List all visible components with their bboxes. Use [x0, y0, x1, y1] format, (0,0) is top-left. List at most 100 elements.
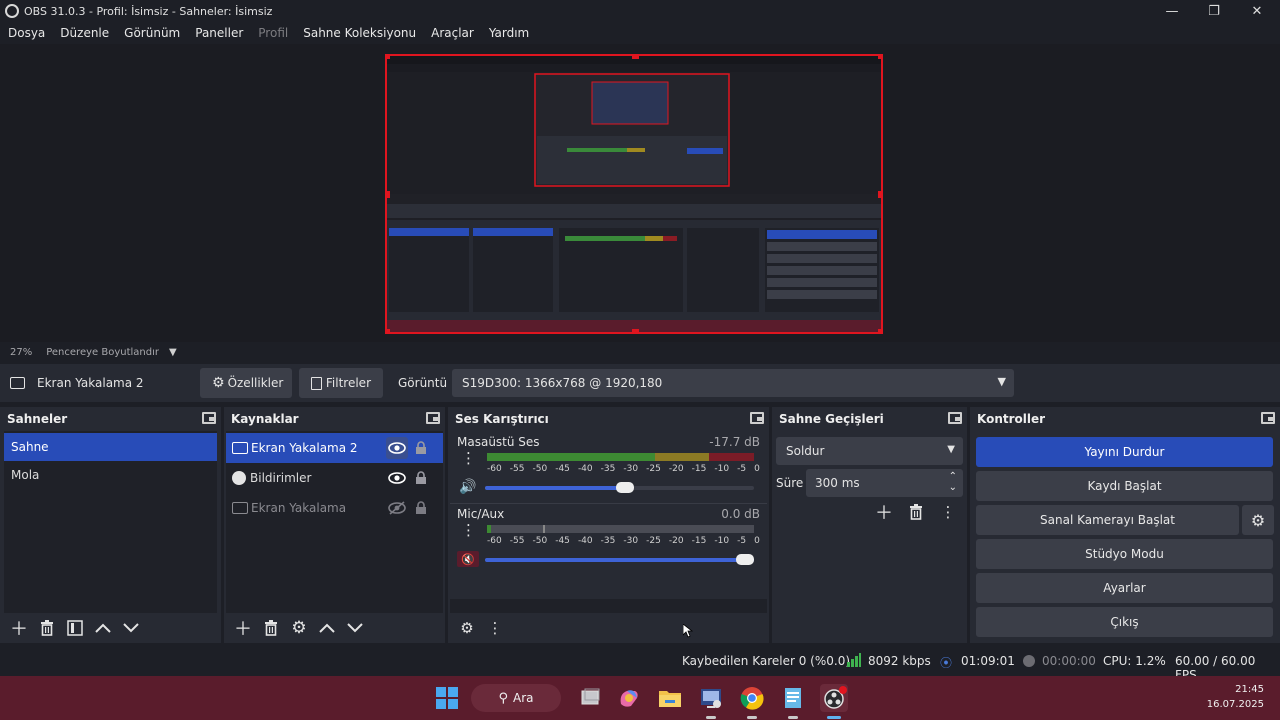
trash-icon[interactable]	[33, 615, 61, 641]
muted-speaker-icon[interactable]: 🔇	[457, 551, 479, 567]
close-icon[interactable]: ✕	[1237, 0, 1277, 22]
speaker-icon[interactable]: 🔊	[459, 479, 476, 495]
chevron-down-icon[interactable]	[117, 615, 145, 641]
clock-time[interactable]: 21:45	[1235, 684, 1264, 695]
app-running-indicator	[788, 716, 798, 719]
source-item[interactable]: Ekran Yakalama	[226, 493, 443, 523]
gear-icon[interactable]: ⚙	[453, 615, 481, 641]
sources-dock: Kaynaklar Ekran Yakalama 2 Bildirimler E…	[224, 407, 445, 643]
preview-area[interactable]	[0, 44, 1280, 342]
source-item-label: Bildirimler	[250, 471, 312, 485]
resize-handle[interactable]	[632, 56, 639, 59]
notepad-icon[interactable]	[779, 684, 807, 712]
clock-date[interactable]: 16.07.2025	[1207, 699, 1264, 710]
studio-mode-button[interactable]: Stüdyo Modu	[976, 539, 1273, 569]
eye-icon[interactable]	[386, 467, 408, 489]
chevron-down-icon[interactable]	[341, 615, 369, 641]
start-recording-button[interactable]: Kaydı Başlat	[976, 471, 1273, 501]
undock-icon[interactable]	[426, 412, 440, 424]
scale-tick: -55	[509, 464, 525, 474]
spin-up-icon[interactable]: ⌃	[949, 471, 957, 482]
transition-select[interactable]: Soldur ▼	[776, 437, 963, 465]
bitrate: 8092 kbps	[868, 654, 931, 668]
exit-button[interactable]: Çıkış	[976, 607, 1273, 637]
status-bar: Kaybedilen Kareler 0 (%0.0) 8092 kbps ⦿ …	[0, 648, 1280, 682]
display-label: Görüntü	[398, 376, 448, 390]
duration-label: Süre	[776, 476, 804, 490]
trash-icon[interactable]	[902, 499, 930, 525]
properties-button[interactable]: ⚙ Özellikler	[200, 368, 292, 398]
preview-canvas[interactable]	[385, 54, 883, 334]
lock-icon[interactable]	[410, 497, 432, 519]
menu-tools[interactable]: Araçlar	[431, 26, 474, 40]
menu-profile[interactable]: Profil	[258, 26, 288, 40]
scale-tick: -30	[623, 536, 639, 546]
resize-handle[interactable]	[632, 329, 639, 332]
title-bar: OBS 31.0.3 - Profil: İsimsiz - Sahneler:…	[0, 0, 1280, 22]
virtual-camera-settings-button[interactable]: ⚙	[1242, 505, 1274, 535]
add-icon[interactable]: ＋	[5, 615, 33, 641]
filter-icon[interactable]	[61, 615, 89, 641]
display-select[interactable]: S19D300: 1366x768 @ 1920,180 ▼	[452, 369, 1014, 397]
display-select-value: S19D300: 1366x768 @ 1920,180	[462, 376, 663, 390]
file-explorer-icon[interactable]	[656, 684, 684, 712]
spin-down-icon[interactable]: ⌄	[949, 482, 957, 493]
chevron-down-icon[interactable]: ▼	[169, 347, 177, 358]
resize-handle[interactable]	[878, 191, 881, 198]
resize-handle[interactable]	[878, 329, 881, 332]
menu-view[interactable]: Görünüm	[124, 26, 180, 40]
menu-scene-collection[interactable]: Sahne Koleksiyonu	[303, 26, 416, 40]
volume-slider[interactable]	[485, 554, 754, 565]
add-icon[interactable]: ＋	[870, 499, 898, 525]
volume-slider-knob[interactable]	[736, 554, 754, 565]
undock-icon[interactable]	[202, 412, 216, 424]
menu-docks[interactable]: Paneller	[195, 26, 243, 40]
undock-icon[interactable]	[1261, 412, 1275, 424]
resize-handle[interactable]	[387, 191, 390, 198]
volume-slider[interactable]	[485, 482, 754, 493]
chevron-up-icon[interactable]	[89, 615, 117, 641]
taskbar-search[interactable]: ⚲ Ara	[471, 684, 561, 712]
windows-start-icon[interactable]	[433, 684, 461, 712]
chevron-up-icon[interactable]	[313, 615, 341, 641]
more-icon[interactable]: ⋮	[461, 523, 476, 538]
start-virtual-camera-button[interactable]: Sanal Kamerayı Başlat	[976, 505, 1239, 535]
copilot-icon[interactable]	[615, 684, 643, 712]
task-view-icon[interactable]	[576, 684, 604, 712]
add-icon[interactable]: ＋	[229, 615, 257, 641]
gear-icon[interactable]: ⚙	[285, 615, 313, 641]
source-item[interactable]: Ekran Yakalama 2	[226, 433, 443, 463]
undock-icon[interactable]	[948, 412, 962, 424]
filters-button[interactable]: Filtreler	[299, 368, 383, 398]
eye-hidden-icon[interactable]	[386, 497, 408, 519]
chevron-down-icon: ▼	[947, 444, 955, 455]
undock-icon[interactable]	[750, 412, 764, 424]
menu-help[interactable]: Yardım	[489, 26, 529, 40]
menu-file[interactable]: Dosya	[8, 26, 45, 40]
scene-item[interactable]: Sahne	[4, 433, 217, 461]
lock-icon[interactable]	[410, 467, 432, 489]
more-icon[interactable]: ⋮	[461, 451, 476, 466]
fit-to-window-label[interactable]: Pencereye Boyutlandır	[46, 347, 159, 358]
stream-time: 01:09:01	[961, 654, 1015, 668]
minimize-icon[interactable]: —	[1152, 0, 1192, 22]
app-icon[interactable]	[697, 684, 725, 712]
resize-handle[interactable]	[387, 329, 390, 332]
more-icon[interactable]: ⋮	[481, 615, 509, 641]
settings-button[interactable]: Ayarlar	[976, 573, 1273, 603]
eye-icon[interactable]	[386, 437, 408, 459]
source-item[interactable]: Bildirimler	[226, 463, 443, 493]
duration-spinbox[interactable]: 300 ms ⌃ ⌄	[806, 469, 963, 497]
resize-handle[interactable]	[387, 56, 390, 59]
chrome-icon[interactable]	[738, 684, 766, 712]
maximize-icon[interactable]: ❐	[1194, 0, 1234, 22]
scene-item[interactable]: Mola	[4, 461, 217, 489]
stop-streaming-button[interactable]: Yayını Durdur	[976, 437, 1273, 467]
lock-icon[interactable]	[410, 437, 432, 459]
obs-taskbar-icon[interactable]	[820, 684, 848, 712]
more-icon[interactable]: ⋮	[934, 499, 962, 525]
volume-slider-knob[interactable]	[615, 482, 634, 493]
menu-edit[interactable]: Düzenle	[60, 26, 109, 40]
resize-handle[interactable]	[878, 56, 881, 59]
trash-icon[interactable]	[257, 615, 285, 641]
